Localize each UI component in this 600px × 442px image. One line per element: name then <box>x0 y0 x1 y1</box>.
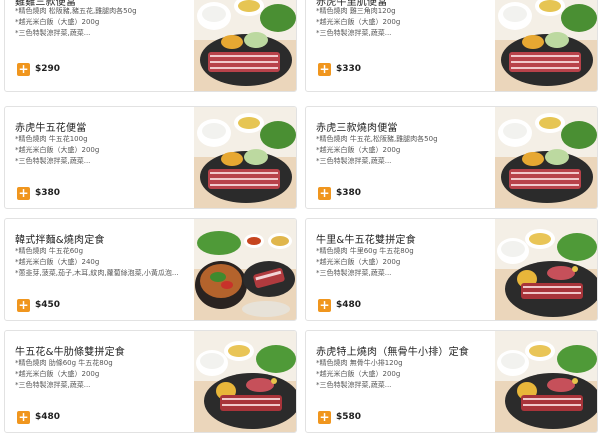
add-to-cart-button[interactable]: + <box>318 299 331 312</box>
add-to-cart-button[interactable]: + <box>17 411 30 424</box>
description-line: *三色特製涼拌菜,蔬菜... <box>15 381 91 389</box>
menu-item-card[interactable]: 赤虎牛五花便當 *精色燒肉 牛五花100g *越光米白飯（大盛）200g *三色特製涼… <box>4 106 297 209</box>
menu-item-title: 牛里&牛五花雙拼定食 <box>316 235 416 246</box>
menu-item-description: *精色燒肉 牛五花100g *越光米白飯（大盛）200g *三色特製涼拌菜,蔬菜..… <box>15 134 190 167</box>
description-line: *三色特製涼拌菜,蔬菜... <box>316 29 392 37</box>
menu-item-price: $380 <box>35 188 61 198</box>
menu-item-photo[interactable] <box>194 219 296 320</box>
description-line: *精色燒肉 牛五花100g <box>15 135 88 143</box>
menu-item-photo[interactable] <box>495 0 597 91</box>
menu-item-photo[interactable] <box>194 331 296 432</box>
description-line: *越光米白飯（大盛）200g <box>15 146 100 154</box>
menu-item-info: 赤虎牛五花便當 *精色燒肉 牛五花100g *越光米白飯（大盛）200g *三色特製涼… <box>15 107 185 208</box>
description-line: *蔥韭芽,菠菜,茄子,木耳,紋肉,蘿蔔絲泡菜,小黃瓜泡... <box>15 269 179 277</box>
menu-item-title: 赤虎三款燒肉便當 <box>316 123 398 134</box>
menu-item-photo[interactable] <box>194 107 296 208</box>
description-line: *三色特製涼拌菜,蔬菜... <box>15 157 91 165</box>
menu-item-description: *精色燒肉 松阪豬,豬五花,雞腿肉各50g *越光米白飯（大盛）200g *三色特製… <box>15 6 190 39</box>
menu-item-info: 赤虎三款燒肉便當 *精色燒肉 牛五花,松阪豬,雞腿肉各50g *越光米白飯（大盛）2… <box>316 107 486 208</box>
menu-item-card[interactable]: 牛里&牛五花雙拼定食 *精色燒肉 牛里60g 牛五花80g *越光米白飯（大盛）20… <box>305 218 598 321</box>
menu-item-title: 韓式拌麵&燒肉定食 <box>15 235 105 246</box>
menu-item-title: 赤虎特上燒肉（無骨牛小排）定食 <box>316 347 469 358</box>
menu-item-price: $330 <box>336 64 362 74</box>
description-line: *越光米白飯（大盛）200g <box>316 18 401 26</box>
description-line: *越光米白飯（大盛）200g <box>316 258 401 266</box>
menu-item-info: 牛五花&牛肋條雙拼定食 *精色燒肉 肋條60g 牛五花80g *越光米白飯（大盛）2… <box>15 331 185 432</box>
menu-item-photo[interactable] <box>495 331 597 432</box>
menu-item-description: *精色燒肉 牛五花60g *越光米白飯（大盛）240g *蔥韭芽,菠菜,茄子,木耳,… <box>15 246 190 279</box>
menu-item-description: *精色燒肉 無骨牛小排120g *越光米白飯（大盛）200g *三色特製涼拌菜,蔬菜… <box>316 358 491 391</box>
menu-item-description: *精色燒肉 肋條60g 牛五花80g *越光米白飯（大盛）200g *三色特製涼拌菜… <box>15 358 190 391</box>
description-line: *精色燒肉 松阪豬,豬五花,雞腿肉各50g <box>15 7 137 15</box>
menu-item-card[interactable]: 牛五花&牛肋條雙拼定食 *精色燒肉 肋條60g 牛五花80g *越光米白飯（大盛）2… <box>4 330 297 433</box>
menu-item-photo[interactable] <box>495 219 597 320</box>
description-line: *三色特製涼拌菜,蔬菜... <box>316 157 392 165</box>
menu-grid: 雞雞三款便當 *精色燒肉 松阪豬,豬五花,雞腿肉各50g *越光米白飯（大盛）200… <box>0 0 600 442</box>
menu-item-description: *精色燒肉 牛里60g 牛五花80g *越光米白飯（大盛）200g *三色特製涼拌菜… <box>316 246 491 279</box>
menu-item-price: $380 <box>336 188 362 198</box>
menu-item-info: 牛里&牛五花雙拼定食 *精色燒肉 牛里60g 牛五花80g *越光米白飯（大盛）20… <box>316 219 486 320</box>
menu-item-card[interactable]: 雞雞三款便當 *精色燒肉 松阪豬,豬五花,雞腿肉各50g *越光米白飯（大盛）200… <box>4 0 297 92</box>
description-line: *精色燒肉 雞三角肉120g <box>316 7 396 15</box>
menu-item-card[interactable]: 赤虎三款燒肉便當 *精色燒肉 牛五花,松阪豬,雞腿肉各50g *越光米白飯（大盛）2… <box>305 106 598 209</box>
menu-item-price: $450 <box>35 300 61 310</box>
description-line: *越光米白飯（大盛）200g <box>15 18 100 26</box>
description-line: *越光米白飯（大盛）240g <box>15 258 100 266</box>
description-line: *精色燒肉 肋條60g 牛五花80g <box>15 359 113 367</box>
description-line: *精色燒肉 牛五花60g <box>15 247 84 255</box>
menu-item-info: 赤虎特上燒肉（無骨牛小排）定食 *精色燒肉 無骨牛小排120g *越光米白飯（大盛）… <box>316 331 486 432</box>
description-line: *精色燒肉 牛里60g 牛五花80g <box>316 247 414 255</box>
menu-item-price: $480 <box>35 412 61 422</box>
menu-item-photo[interactable] <box>194 0 296 91</box>
menu-item-title: 赤虎牛五花便當 <box>15 123 87 134</box>
description-line: *精色燒肉 無骨牛小排120g <box>316 359 403 367</box>
menu-item-price: $480 <box>336 300 362 310</box>
description-line: *三色特製涼拌菜,蔬菜... <box>316 381 392 389</box>
menu-item-price: $290 <box>35 64 61 74</box>
description-line: *越光米白飯（大盛）200g <box>15 370 100 378</box>
add-to-cart-button[interactable]: + <box>17 187 30 200</box>
menu-item-price: $580 <box>336 412 362 422</box>
add-to-cart-button[interactable]: + <box>17 299 30 312</box>
menu-item-description: *精色燒肉 雞三角肉120g *越光米白飯（大盛）200g *三色特製涼拌菜,蔬菜.… <box>316 6 491 39</box>
menu-item-info: 韓式拌麵&燒肉定食 *精色燒肉 牛五花60g *越光米白飯（大盛）240g *蔥韭芽,… <box>15 219 185 320</box>
menu-item-info: 雞雞三款便當 *精色燒肉 松阪豬,豬五花,雞腿肉各50g *越光米白飯（大盛）200… <box>15 0 185 91</box>
menu-item-description: *精色燒肉 牛五花,松阪豬,雞腿肉各50g *越光米白飯（大盛）200g *三色特製… <box>316 134 491 167</box>
menu-item-card[interactable]: 赤虎牛里肌便當 *精色燒肉 雞三角肉120g *越光米白飯（大盛）200g *三色特製… <box>305 0 598 92</box>
description-line: *三色特製涼拌菜,蔬菜... <box>316 269 392 277</box>
menu-item-info: 赤虎牛里肌便當 *精色燒肉 雞三角肉120g *越光米白飯（大盛）200g *三色特製… <box>316 0 486 91</box>
add-to-cart-button[interactable]: + <box>17 63 30 76</box>
description-line: *越光米白飯（大盛）200g <box>316 146 401 154</box>
add-to-cart-button[interactable]: + <box>318 411 331 424</box>
description-line: *精色燒肉 牛五花,松阪豬,雞腿肉各50g <box>316 135 438 143</box>
add-to-cart-button[interactable]: + <box>318 187 331 200</box>
menu-item-title: 牛五花&牛肋條雙拼定食 <box>15 347 125 358</box>
description-line: *越光米白飯（大盛）200g <box>316 370 401 378</box>
menu-item-card[interactable]: 韓式拌麵&燒肉定食 *精色燒肉 牛五花60g *越光米白飯（大盛）240g *蔥韭芽,… <box>4 218 297 321</box>
menu-item-card[interactable]: 赤虎特上燒肉（無骨牛小排）定食 *精色燒肉 無骨牛小排120g *越光米白飯（大盛）… <box>305 330 598 433</box>
add-to-cart-button[interactable]: + <box>318 63 331 76</box>
menu-item-photo[interactable] <box>495 107 597 208</box>
description-line: *三色特製涼拌菜,蔬菜... <box>15 29 91 37</box>
